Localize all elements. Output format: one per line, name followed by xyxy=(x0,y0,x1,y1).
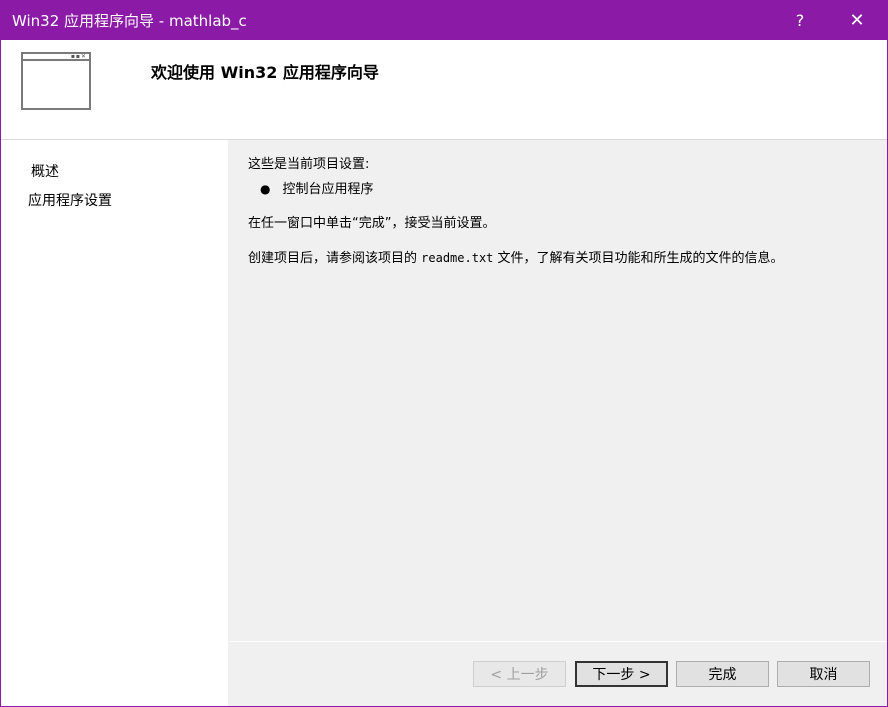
window-title: Win32 应用程序向导 - mathlab_c xyxy=(12,12,247,30)
cancel-button[interactable]: 取消 xyxy=(777,661,870,687)
help-icon: ? xyxy=(795,11,805,30)
close-icon: ✕ xyxy=(849,10,865,31)
close-button[interactable]: ✕ xyxy=(834,1,880,40)
wizard-window: Win32 应用程序向导 - mathlab_c ? ✕ ▪▪✕ 欢迎使用 Wi… xyxy=(0,0,888,707)
settings-value: 控制台应用程序 xyxy=(282,182,374,197)
help-button[interactable]: ? xyxy=(777,1,823,40)
next-button[interactable]: 下一步 > xyxy=(575,661,668,687)
wizard-content: 这些是当前项目设置: ● 控制台应用程序 在任一窗口中单击“完成”，接受当前设置。… xyxy=(230,140,887,642)
bullet-icon: ● xyxy=(260,182,271,196)
wizard-footer: < 上一步 下一步 > 完成 取消 xyxy=(230,642,887,706)
readme-hint: 创建项目后，请参阅该项目的 readme.txt 文件，了解有关项目功能和所生成… xyxy=(248,251,784,266)
nav-item-app-settings[interactable]: 应用程序设置 xyxy=(28,190,112,210)
finish-hint: 在任一窗口中单击“完成”，接受当前设置。 xyxy=(248,216,496,231)
wizard-header: ▪▪✕ 欢迎使用 Win32 应用程序向导 xyxy=(1,40,887,139)
window-icon: ▪▪✕ xyxy=(21,52,91,110)
finish-button[interactable]: 完成 xyxy=(676,661,769,687)
page-title: 欢迎使用 Win32 应用程序向导 xyxy=(151,63,379,82)
readme-filename: readme.txt xyxy=(421,251,494,265)
nav-item-overview[interactable]: 概述 xyxy=(31,161,59,181)
wizard-nav: 概述 应用程序设置 xyxy=(1,140,228,706)
title-bar[interactable]: Win32 应用程序向导 - mathlab_c ? ✕ xyxy=(1,1,887,40)
prev-button[interactable]: < 上一步 xyxy=(473,661,566,687)
current-settings-label: 这些是当前项目设置: xyxy=(248,157,370,172)
settings-list-item: ● 控制台应用程序 xyxy=(260,178,374,197)
